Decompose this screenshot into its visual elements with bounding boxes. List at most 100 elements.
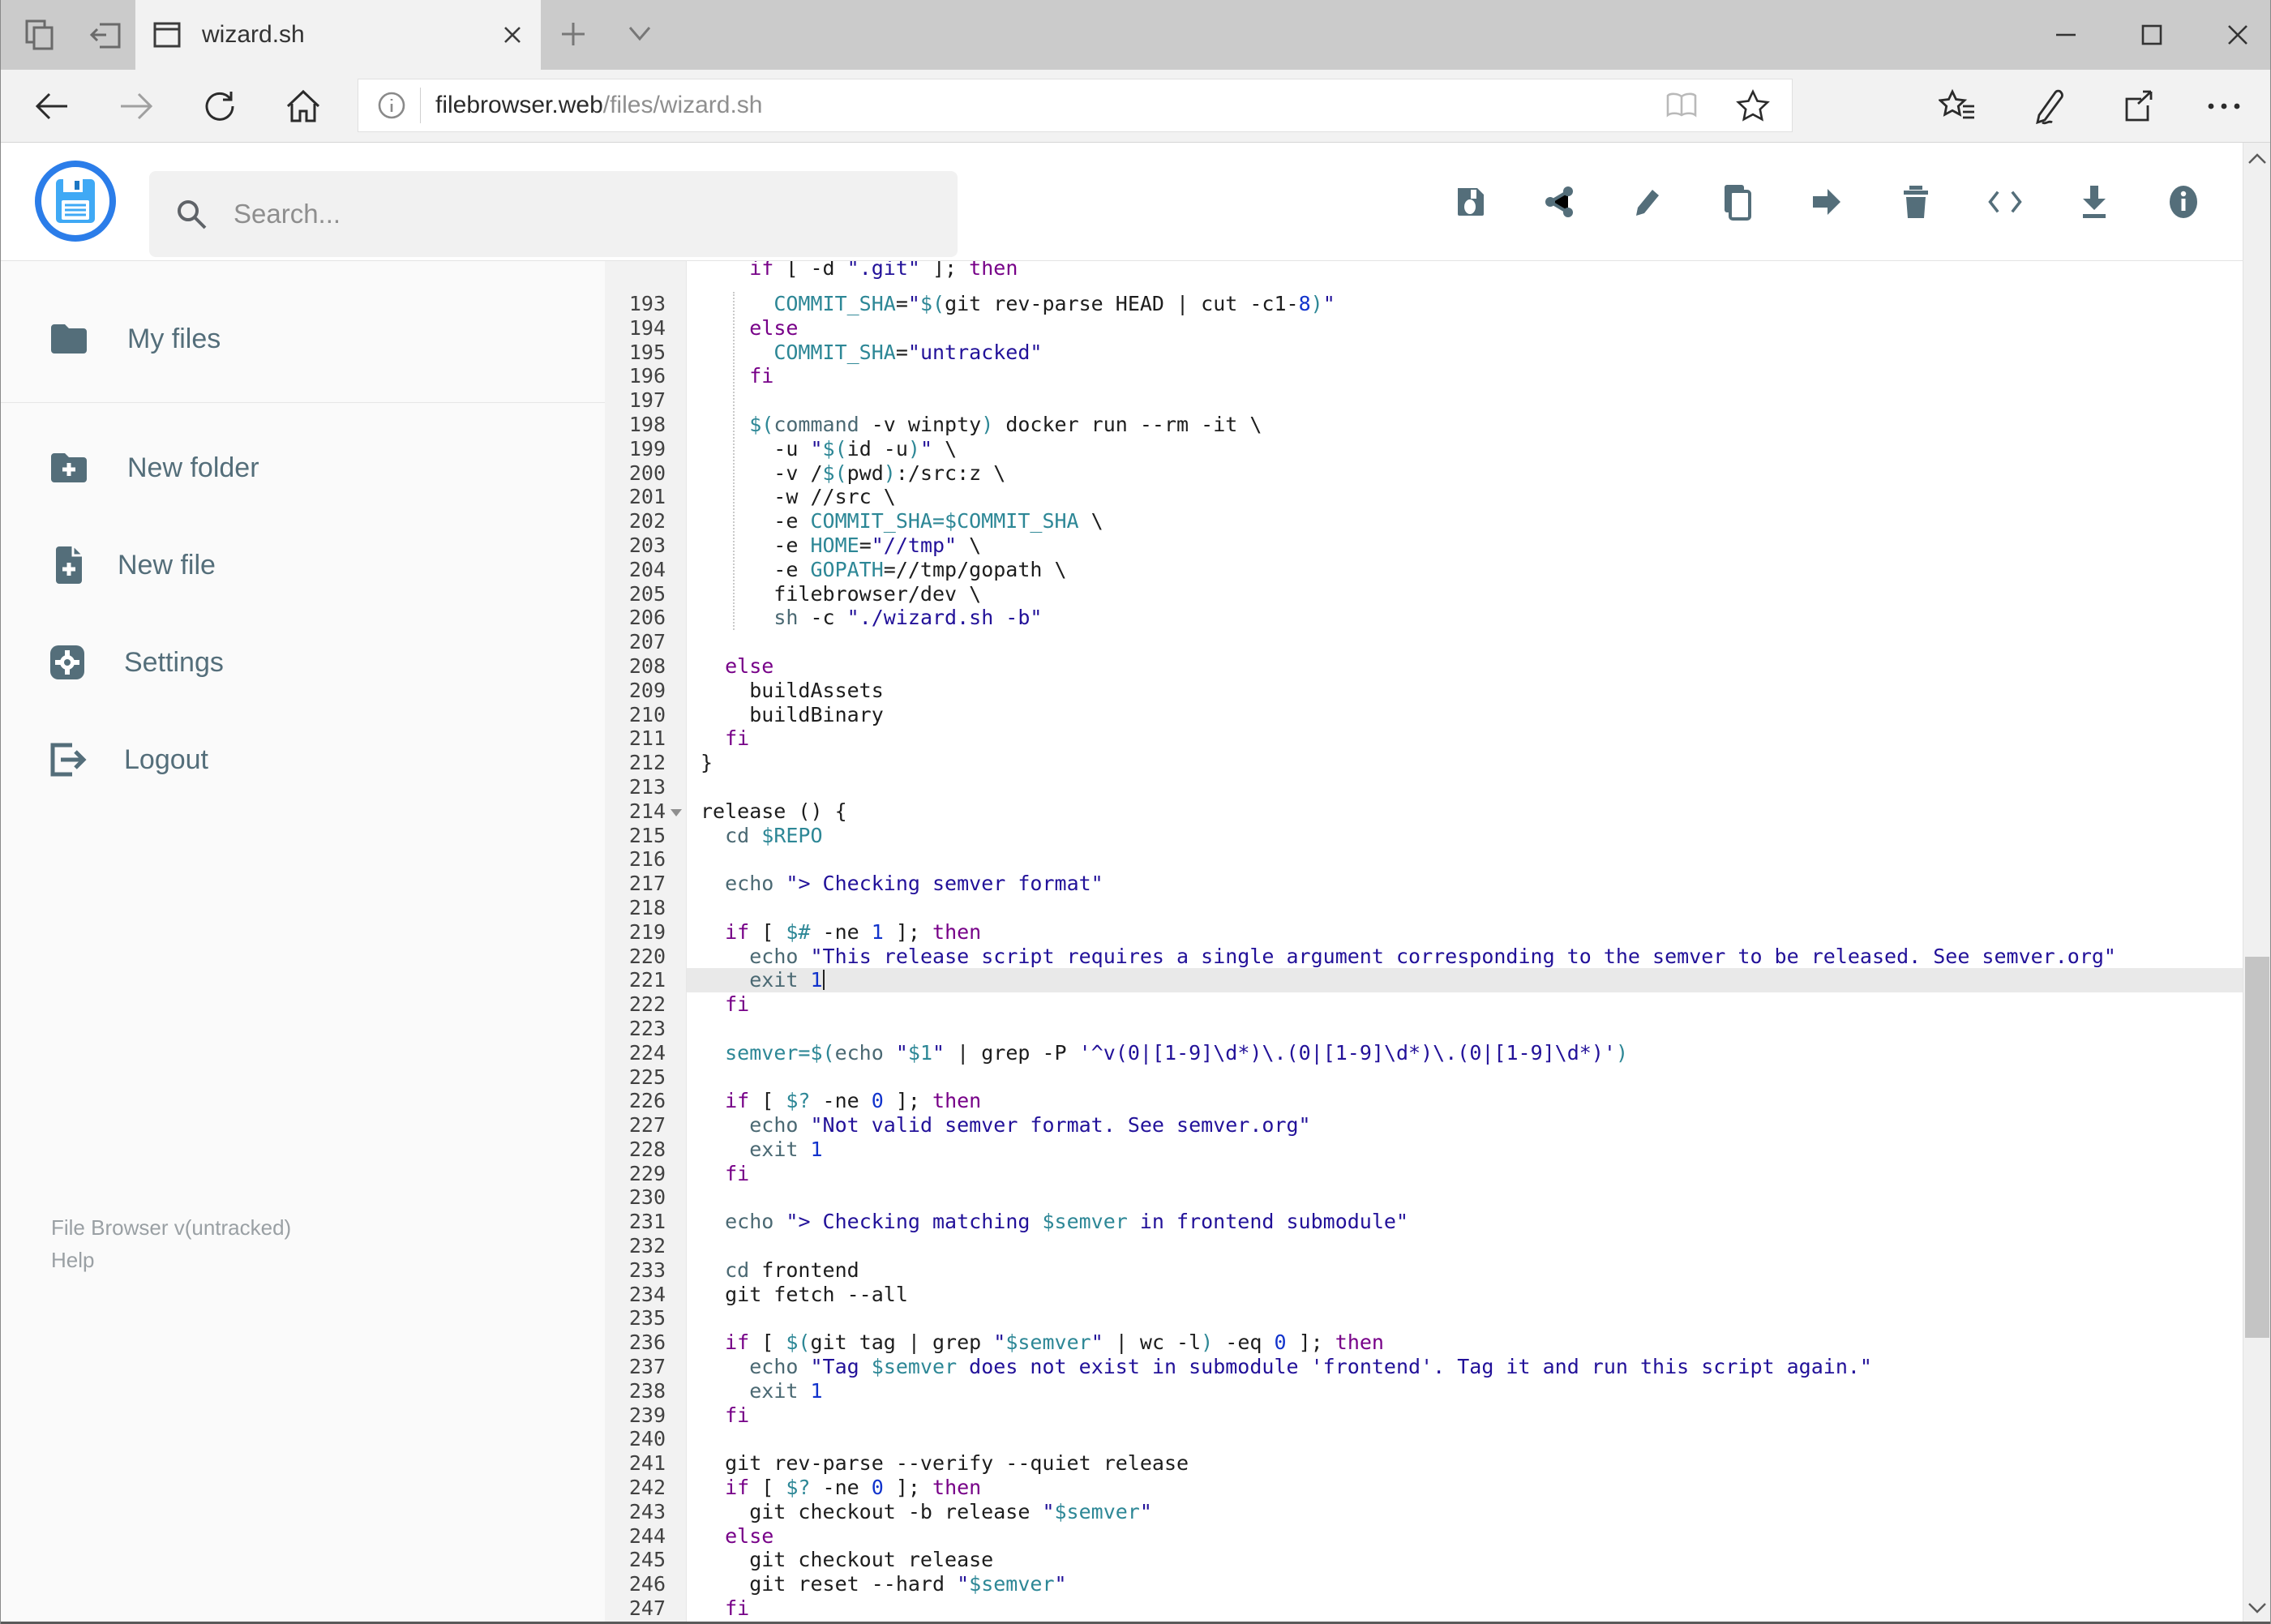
code-text[interactable]: semver=$(echo "$1" | grep -P '^v(0|[1-9]… bbox=[687, 1041, 2244, 1065]
code-text[interactable]: cd frontend bbox=[687, 1258, 2244, 1283]
scroll-down-icon[interactable] bbox=[2243, 1593, 2271, 1622]
code-text[interactable]: sh -c "./wizard.sh -b" bbox=[687, 606, 2244, 630]
info-icon[interactable] bbox=[2166, 184, 2201, 220]
code-text[interactable]: COMMIT_SHA="untracked" bbox=[687, 341, 2244, 365]
code-text[interactable]: echo "This release script requires a sin… bbox=[687, 945, 2244, 969]
sidebar-item-new-folder[interactable]: New folder bbox=[1, 419, 605, 516]
scroll-up-icon[interactable] bbox=[2243, 144, 2271, 174]
home-icon[interactable] bbox=[285, 88, 322, 124]
code-text[interactable]: git fetch --all bbox=[687, 1283, 2244, 1307]
code-text[interactable]: else bbox=[687, 316, 2244, 341]
code-text[interactable]: fi bbox=[687, 992, 2244, 1017]
code-text[interactable] bbox=[687, 1065, 2244, 1090]
back-icon[interactable] bbox=[33, 89, 71, 123]
code-text[interactable]: if [ $? -ne 0 ]; then bbox=[687, 1089, 2244, 1113]
code-editor[interactable]: if [ -d ".git" ]; then 193 COMMIT_SHA="$(… bbox=[605, 261, 2244, 1624]
code-text[interactable]: else bbox=[687, 654, 2244, 679]
code-text[interactable]: $(command -v winpty) docker run --rm -it… bbox=[687, 413, 2244, 437]
set-tabs-aside-icon[interactable] bbox=[88, 18, 124, 52]
code-text[interactable]: if [ $# -ne 1 ]; then bbox=[687, 920, 2244, 945]
annotate-pen-icon[interactable] bbox=[2028, 88, 2067, 125]
code-text[interactable]: echo "> Checking matching $semver in fro… bbox=[687, 1210, 2244, 1234]
code-text[interactable]: if [ $? -ne 0 ]; then bbox=[687, 1476, 2244, 1500]
url-field[interactable]: filebrowser.web/files/wizard.sh bbox=[358, 79, 1793, 132]
filebrowser-logo[interactable] bbox=[35, 161, 116, 242]
page-scrollbar[interactable] bbox=[2243, 143, 2270, 1624]
code-text[interactable] bbox=[687, 1017, 2244, 1041]
maximize-button[interactable] bbox=[2137, 20, 2166, 49]
favorite-star-icon[interactable] bbox=[1735, 88, 1771, 122]
sidebar-item-logout[interactable]: Logout bbox=[1, 711, 605, 808]
code-text[interactable]: echo "> Checking semver format" bbox=[687, 872, 2244, 896]
code-text[interactable]: fi bbox=[687, 1162, 2244, 1186]
code-text[interactable] bbox=[687, 630, 2244, 654]
browser-tab[interactable]: wizard.sh bbox=[135, 0, 541, 70]
tab-preview-icon[interactable] bbox=[24, 18, 58, 52]
code-text[interactable]: echo "Not valid semver format. See semve… bbox=[687, 1113, 2244, 1138]
code-text[interactable]: filebrowser/dev \ bbox=[687, 582, 2244, 606]
share-page-icon[interactable] bbox=[2117, 88, 2154, 125]
code-text[interactable]: -u "$(id -u)" \ bbox=[687, 437, 2244, 461]
code-text[interactable]: -w //src \ bbox=[687, 485, 2244, 509]
code-text[interactable] bbox=[687, 1427, 2244, 1451]
code-text[interactable]: exit 1 bbox=[687, 1379, 2244, 1403]
code-text[interactable]: else bbox=[687, 1524, 2244, 1549]
move-icon[interactable] bbox=[1809, 184, 1845, 220]
code-text[interactable] bbox=[687, 896, 2244, 920]
share-icon[interactable] bbox=[1541, 184, 1577, 220]
scrollbar-thumb[interactable] bbox=[2245, 957, 2269, 1338]
site-info-icon[interactable] bbox=[375, 88, 409, 122]
code-text[interactable] bbox=[687, 1306, 2244, 1330]
sidebar-item-my-files[interactable]: My files bbox=[1, 290, 605, 388]
code-text[interactable] bbox=[687, 1234, 2244, 1258]
code-text[interactable]: if [ $(git tag | grep "$semver" | wc -l)… bbox=[687, 1330, 2244, 1355]
code-text[interactable]: git rev-parse --verify --quiet release bbox=[687, 1451, 2244, 1476]
code-text[interactable]: git reset --hard "$semver" bbox=[687, 1572, 2244, 1596]
code-text[interactable]: cd $REPO bbox=[687, 824, 2244, 848]
code-text[interactable]: git checkout release bbox=[687, 1548, 2244, 1572]
code-text[interactable]: -e HOME="//tmp" \ bbox=[687, 533, 2244, 558]
save-icon[interactable] bbox=[1452, 184, 1488, 220]
close-tab-icon[interactable] bbox=[500, 23, 525, 47]
code-text[interactable]: -v /$(pwd):/src:z \ bbox=[687, 461, 2244, 486]
code-text[interactable]: git checkout -b release "$semver" bbox=[687, 1500, 2244, 1524]
code-text[interactable]: COMMIT_SHA="$(git rev-parse HEAD | cut -… bbox=[687, 292, 2244, 316]
code-text[interactable]: if [ -d ".git" ]; then bbox=[687, 261, 2244, 281]
delete-icon[interactable] bbox=[1898, 184, 1934, 220]
new-tab-icon[interactable] bbox=[557, 18, 589, 50]
code-text[interactable] bbox=[687, 388, 2244, 413]
sidebar-item-new-file[interactable]: New file bbox=[1, 516, 605, 614]
close-window-button[interactable] bbox=[2223, 20, 2252, 49]
code-text[interactable]: -e COMMIT_SHA=$COMMIT_SHA \ bbox=[687, 509, 2244, 533]
more-icon[interactable] bbox=[2205, 100, 2243, 113]
code-text[interactable]: exit 1 bbox=[687, 1138, 2244, 1162]
code-text[interactable]: release () { bbox=[687, 799, 2244, 824]
download-icon[interactable] bbox=[2076, 184, 2112, 220]
search-input[interactable] bbox=[232, 198, 933, 230]
code-text[interactable] bbox=[687, 775, 2244, 799]
edit-icon[interactable] bbox=[1630, 184, 1666, 220]
code-text[interactable]: fi bbox=[687, 364, 2244, 388]
code-text[interactable]: -e GOPATH=//tmp/gopath \ bbox=[687, 558, 2244, 582]
code-text[interactable] bbox=[687, 1185, 2244, 1210]
code-text[interactable]: fi bbox=[687, 1596, 2244, 1621]
code-text[interactable]: exit 1 bbox=[687, 968, 2244, 992]
fold-arrow-icon[interactable] bbox=[666, 799, 687, 824]
code-text[interactable]: buildBinary bbox=[687, 703, 2244, 727]
code-text[interactable]: fi bbox=[687, 1403, 2244, 1428]
search-bar[interactable] bbox=[149, 171, 958, 257]
help-link[interactable]: Help bbox=[51, 1244, 291, 1276]
code-text[interactable] bbox=[687, 847, 2244, 872]
raw-code-icon[interactable] bbox=[1987, 184, 2023, 220]
copy-icon[interactable] bbox=[1720, 184, 1755, 221]
sidebar-item-settings[interactable]: Settings bbox=[1, 614, 605, 711]
favorites-list-icon[interactable] bbox=[1939, 88, 1977, 124]
code-text[interactable]: fi bbox=[687, 726, 2244, 751]
tab-menu-chevron-icon[interactable] bbox=[623, 23, 656, 45]
minimize-button[interactable] bbox=[2051, 20, 2080, 49]
code-text[interactable]: buildAssets bbox=[687, 679, 2244, 703]
refresh-icon[interactable] bbox=[202, 88, 238, 124]
forward-icon[interactable] bbox=[118, 89, 155, 123]
code-text[interactable]: } bbox=[687, 751, 2244, 775]
code-text[interactable]: echo "Tag $semver does not exist in subm… bbox=[687, 1355, 2244, 1379]
